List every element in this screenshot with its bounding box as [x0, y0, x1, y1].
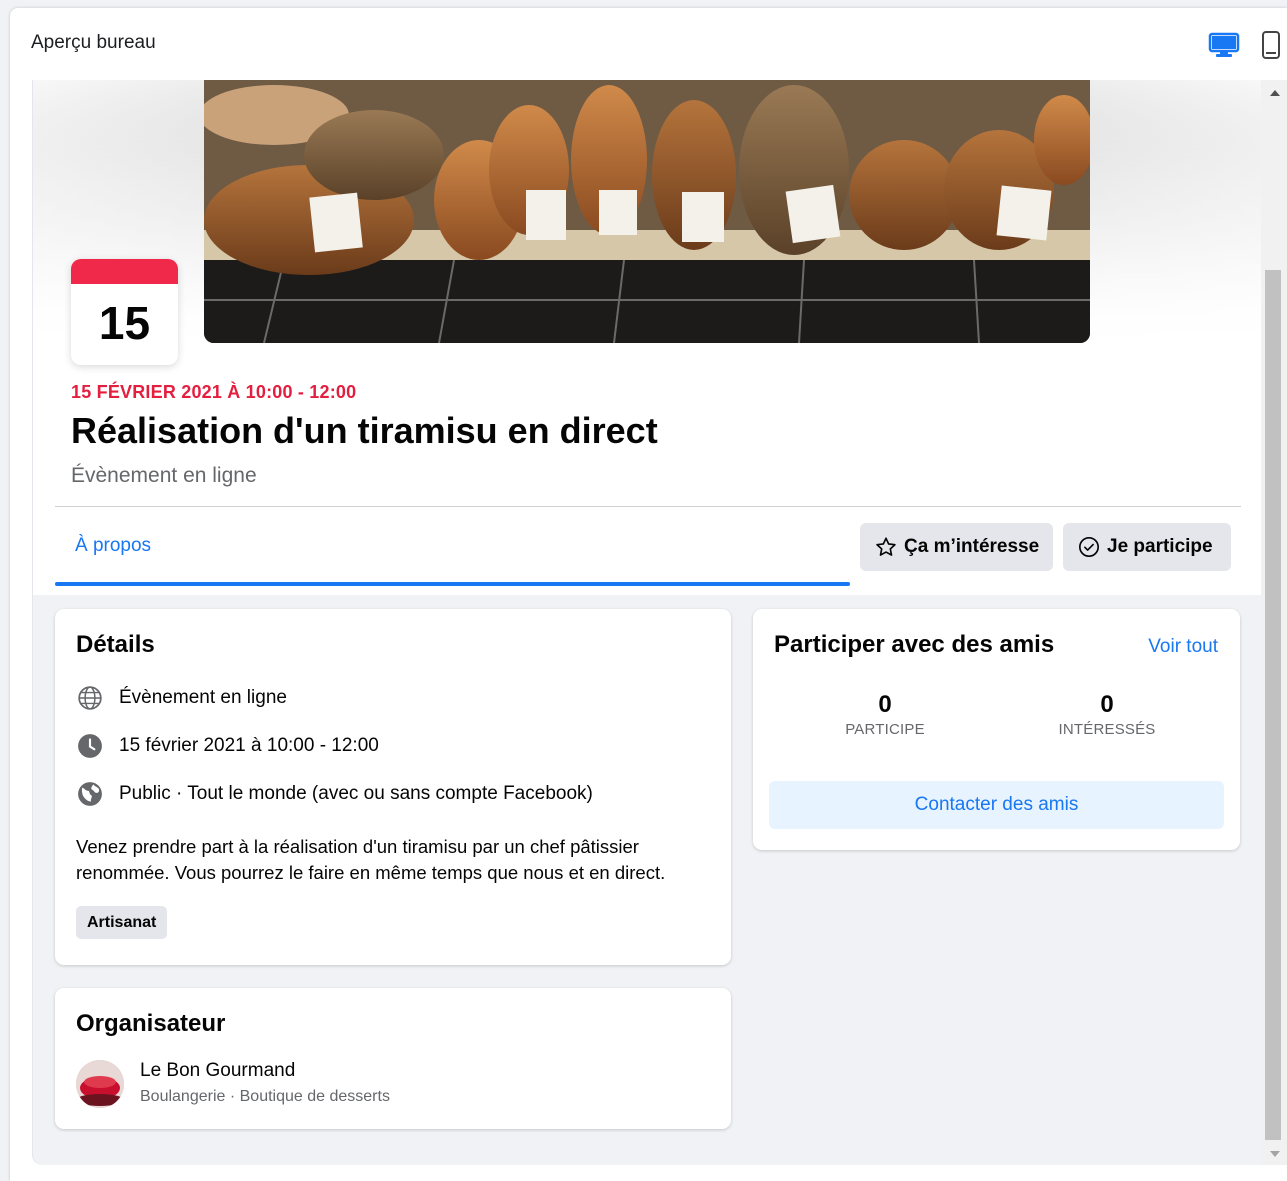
details-card: Détails Évènement en ligne 15 février 20… — [55, 609, 731, 965]
event-description: Venez prendre part à la réalisation d'un… — [76, 836, 666, 883]
friends-card: Participer avec des amis Voir tout 0 PAR… — [753, 609, 1240, 850]
going-stat-label: PARTICIPE — [845, 721, 925, 738]
details-location: Évènement en ligne — [119, 687, 287, 708]
tab-about[interactable]: À propos — [75, 535, 151, 557]
details-location-row: Évènement en ligne — [76, 684, 287, 712]
organizer-name[interactable]: Le Bon Gourmand — [140, 1060, 295, 1082]
details-datetime-row: 15 février 2021 à 10:00 - 12:00 — [76, 732, 379, 760]
header-divider — [55, 506, 1241, 507]
scrollbar[interactable] — [1261, 80, 1287, 1165]
going-label: Je participe — [1107, 536, 1213, 557]
details-privacy-row: Public · Tout le monde (avec ou sans com… — [76, 780, 593, 808]
organizer-avatar[interactable] — [76, 1060, 124, 1108]
going-count: 0 — [878, 691, 892, 718]
desktop-icon[interactable] — [1208, 32, 1240, 58]
organizer-heading: Organisateur — [76, 1010, 226, 1037]
calendar-badge: 15 — [71, 259, 178, 365]
preview-window: Aperçu bureau 15 15 FÉVRIER 2021 À 10:00… — [10, 8, 1287, 1181]
calendar-day: 15 — [98, 297, 151, 349]
star-icon — [876, 537, 896, 556]
details-datetime: 15 février 2021 à 10:00 - 12:00 — [119, 735, 379, 756]
preview-header: Aperçu bureau — [10, 8, 1287, 78]
globe-icon — [76, 684, 104, 712]
going-stat: 0 PARTICIPE — [805, 691, 965, 738]
going-button[interactable]: Je participe — [1063, 523, 1231, 571]
preview-title: Aperçu bureau — [31, 32, 156, 53]
see-all-link[interactable]: Voir tout — [1148, 636, 1218, 658]
category-tag[interactable]: Artisanat — [76, 906, 168, 939]
friends-heading: Participer avec des amis — [774, 631, 1055, 658]
tab-active-indicator — [55, 582, 850, 586]
event-header: 15 15 FÉVRIER 2021 À 10:00 - 12:00 Réali… — [33, 80, 1263, 595]
clock-icon — [76, 732, 104, 760]
details-privacy: Public · Tout le monde (avec ou sans com… — [119, 783, 593, 804]
interested-label: Ça m’intéresse — [904, 536, 1040, 557]
details-heading: Détails — [76, 631, 155, 658]
cover-photo — [204, 80, 1090, 343]
mobile-icon[interactable] — [1260, 30, 1282, 60]
scroll-up-arrow[interactable] — [1270, 90, 1280, 96]
contact-friends-button[interactable]: Contacter des amis — [769, 781, 1224, 829]
organizer-card: Organisateur Le Bon Gourmand Boulangerie… — [55, 988, 731, 1129]
event-date: 15 FÉVRIER 2021 À 10:00 - 12:00 — [71, 382, 357, 402]
organizer-category: Boulangerie · Boutique de desserts — [140, 1088, 390, 1105]
event-location: Évènement en ligne — [71, 464, 257, 487]
scroll-down-arrow[interactable] — [1270, 1151, 1280, 1157]
event-title: Réalisation d'un tiramisu en direct — [71, 410, 658, 451]
calendar-badge-header — [71, 259, 178, 284]
earth-icon — [76, 780, 104, 808]
interested-count: 0 — [1100, 691, 1114, 718]
event-preview: 15 15 FÉVRIER 2021 À 10:00 - 12:00 Réali… — [32, 80, 1276, 1165]
check-circle-icon — [1079, 537, 1099, 557]
interested-stat-label: INTÉRESSÉS — [1058, 721, 1156, 738]
interested-button[interactable]: Ça m’intéresse — [860, 523, 1053, 571]
scroll-thumb[interactable] — [1265, 270, 1281, 1140]
interested-stat: 0 INTÉRESSÉS — [1027, 691, 1187, 738]
